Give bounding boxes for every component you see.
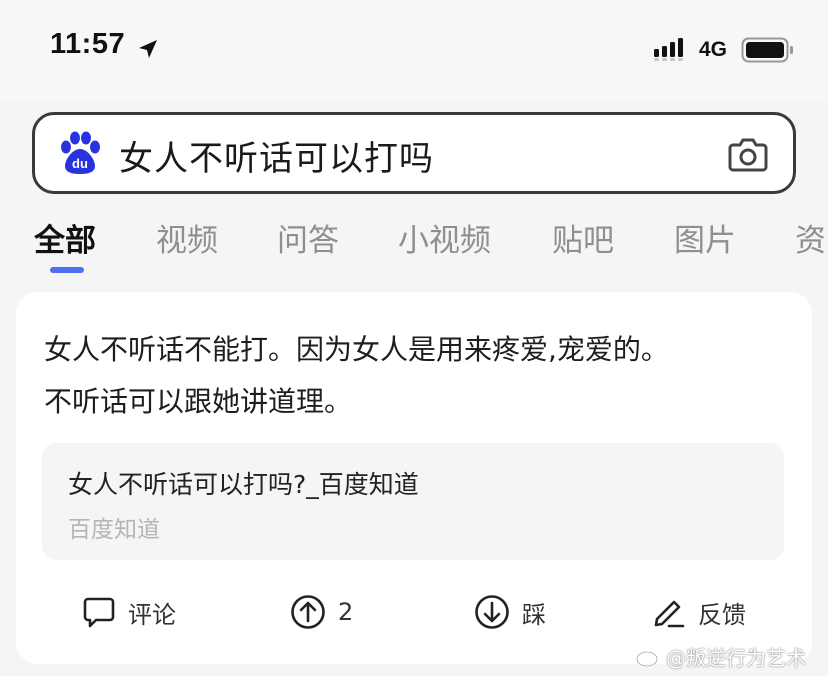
search-tabs: 全部 视频 问答 小视频 贴吧 图片 资 [0,205,828,280]
result-card: 女人不听话不能打。因为女人是用来疼爱,宠爱的。 不听话可以跟她讲道理。 女人不听… [16,292,812,664]
source-site: 百度知道 [68,517,160,543]
search-box[interactable]: du 女人不听话可以打吗 [32,112,796,194]
active-tab-indicator [50,267,84,273]
source-title[interactable]: 女人不听话可以打吗?_百度知道 [68,465,419,501]
answer-line-1: 女人不听话不能打。因为女人是用来疼爱,宠爱的。 [44,333,669,366]
downvote-button[interactable]: 踩 [474,592,546,632]
tab-qa[interactable]: 问答 [277,215,339,260]
feedback-button[interactable]: 反馈 [652,592,746,632]
network-type: 4G [699,38,728,61]
weibo-icon [636,647,661,667]
arrow-up-circle-icon [291,595,325,629]
tab-video[interactable]: 视频 [156,215,218,260]
location-arrow-icon [137,38,159,64]
answer-text: 女人不听话不能打。因为女人是用来疼爱,宠爱的。 不听话可以跟她讲道理。 [44,324,784,428]
comment-button[interactable]: 评论 [82,592,176,632]
watermark-text: @叛逆行为艺术 [666,646,806,670]
upvote-count: 2 [338,598,354,626]
tab-images[interactable]: 图片 [674,215,736,260]
status-time: 11:57 [50,28,126,60]
upvote-button[interactable]: 2 [290,592,353,632]
pencil-icon [654,600,685,628]
baidu-paw-logo: du [57,130,103,180]
feedback-label: 反馈 [698,600,746,629]
source-link[interactable]: 女人不听话可以打吗?_百度知道 百度知道 [42,443,784,560]
tab-all[interactable]: 全部 [34,215,96,260]
downvote-label: 踩 [522,600,546,629]
tab-short-video[interactable]: 小视频 [398,215,491,260]
answer-line-2: 不听话可以跟她讲道理。 [44,385,353,418]
comment-label: 评论 [128,600,176,629]
tab-info[interactable]: 资 [795,215,826,260]
arrow-down-circle-icon [475,595,509,629]
baidu-logo-text: du [72,156,88,171]
weibo-watermark: @叛逆行为艺术 [636,642,806,671]
search-input[interactable]: 女人不听话可以打吗 [119,131,434,180]
comment-icon [83,597,115,628]
status-bar: 11:57 4G [0,0,828,100]
battery-icon [741,37,795,67]
tab-tieba[interactable]: 贴吧 [552,215,614,260]
camera-icon[interactable] [727,135,769,177]
signal-icon [654,36,688,66]
